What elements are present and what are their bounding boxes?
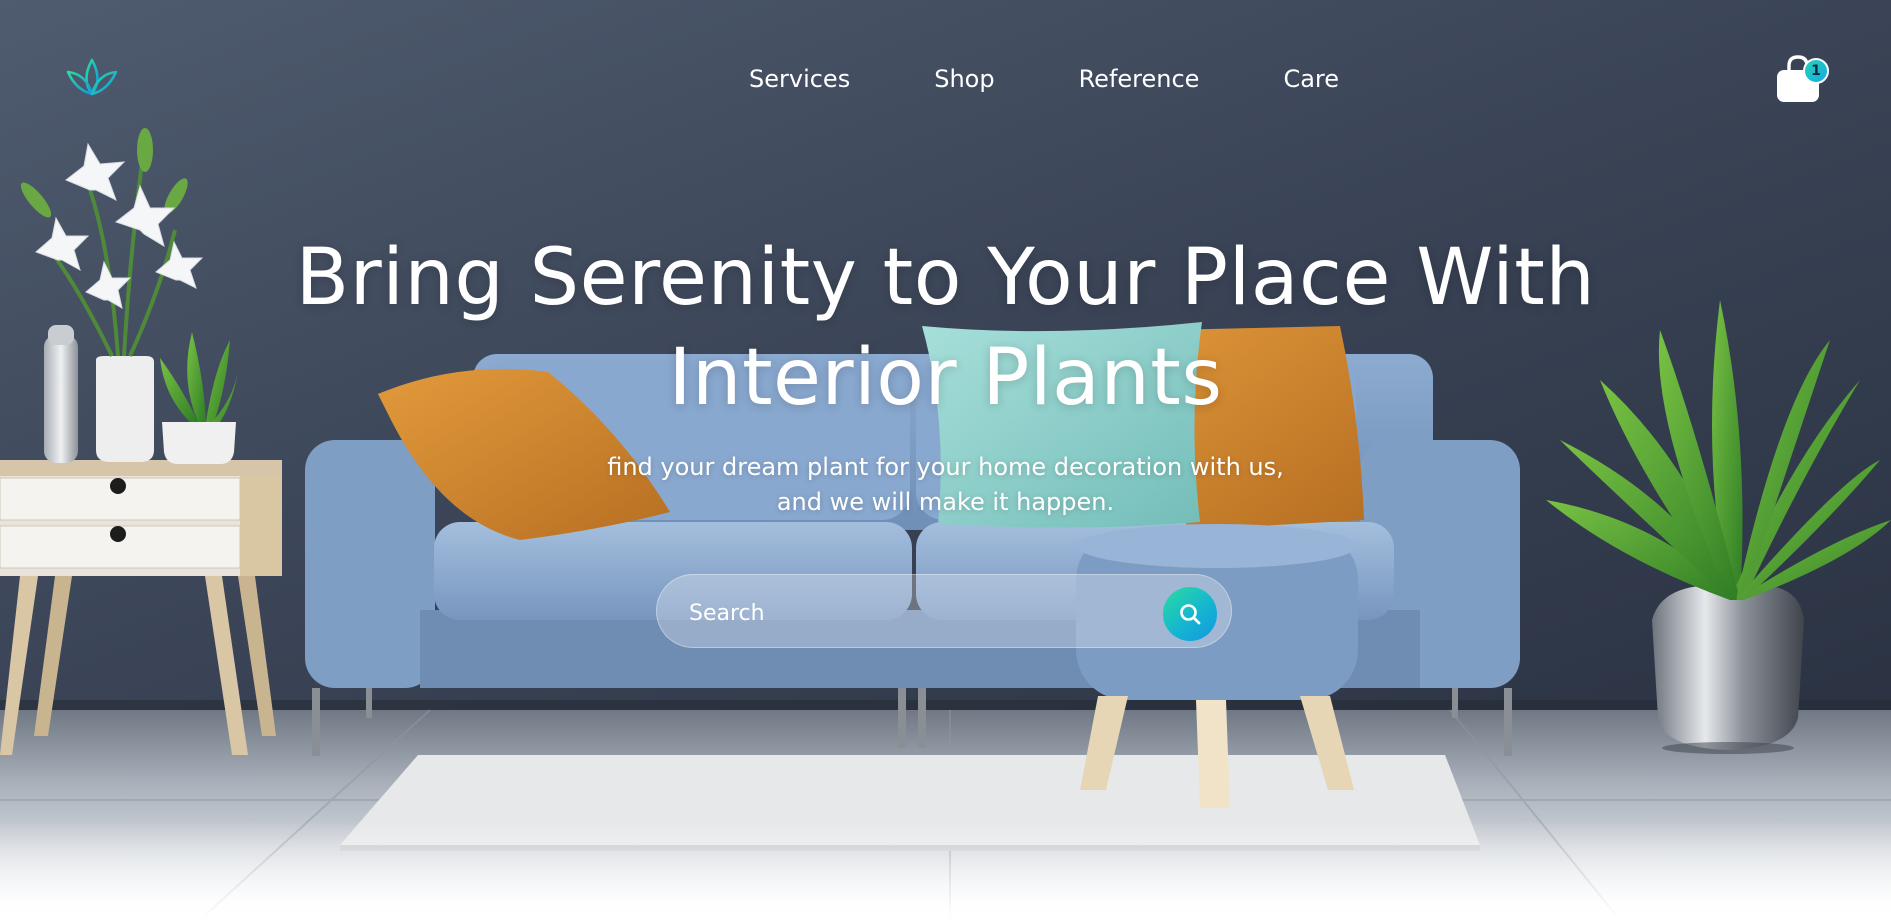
search-input[interactable] (687, 593, 1111, 633)
search-button[interactable] (1163, 587, 1217, 641)
nav-link-services[interactable]: Services (749, 65, 850, 93)
hero-subline: find your dream plant for your home deco… (0, 450, 1891, 520)
hero-headline: Bring Serenity to Your Place With Interi… (0, 228, 1891, 428)
cart-count-badge: 1 (1803, 58, 1829, 84)
nav-link-reference[interactable]: Reference (1079, 65, 1200, 93)
subline-line-2: and we will make it happen. (776, 488, 1115, 516)
main-nav: Services Shop Reference Care (0, 60, 1891, 98)
cart-button[interactable]: 1 (1776, 54, 1829, 104)
headline-line-2: Interior Plants (668, 333, 1223, 423)
search-icon (1180, 604, 1201, 625)
subline-line-1: find your dream plant for your home deco… (607, 453, 1284, 481)
nav-links: Services Shop Reference Care (749, 60, 1339, 98)
search-bar (656, 574, 1232, 648)
nav-link-shop[interactable]: Shop (934, 65, 994, 93)
nav-link-care[interactable]: Care (1283, 65, 1339, 93)
headline-line-1: Bring Serenity to Your Place With (295, 233, 1596, 323)
hero-section: Services Shop Reference Care 1 Bring Ser… (0, 0, 1891, 920)
